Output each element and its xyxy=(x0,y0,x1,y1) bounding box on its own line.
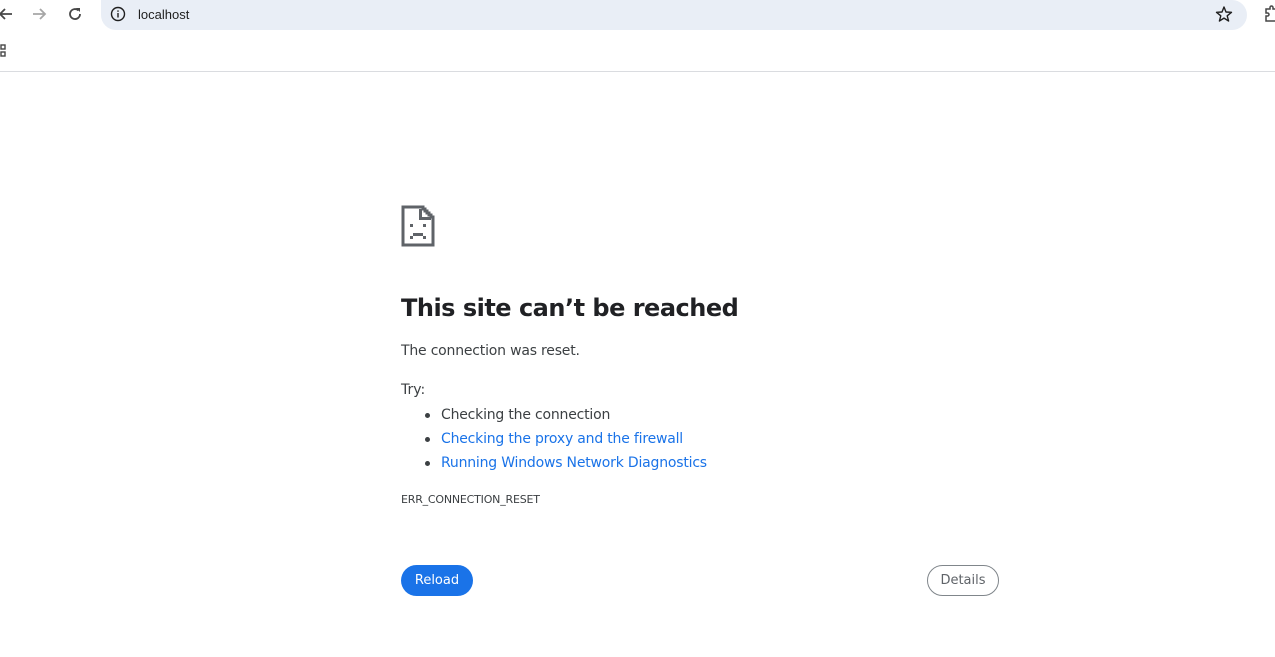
apps-grid-icon[interactable] xyxy=(0,44,10,58)
page-title: This site can’t be reached xyxy=(401,294,739,322)
arrow-left-icon xyxy=(0,8,12,20)
bullet-icon xyxy=(425,413,430,418)
puzzle-icon[interactable] xyxy=(1264,5,1275,23)
error-description: The connection was reset. xyxy=(401,343,580,359)
reload-toolbar-button[interactable] xyxy=(63,2,87,26)
list-item: Checking the proxy and the firewall xyxy=(401,429,707,453)
back-button[interactable] xyxy=(0,2,18,26)
forward-button[interactable] xyxy=(27,2,51,26)
error-code: ERR_CONNECTION_RESET xyxy=(401,493,540,506)
address-text[interactable]: localhost xyxy=(138,6,189,23)
info-icon[interactable] xyxy=(110,6,126,22)
reload-button[interactable]: Reload xyxy=(401,565,473,596)
address-bar[interactable]: localhost xyxy=(101,0,1247,30)
bullet-icon xyxy=(425,437,430,442)
browser-toolbar: localhost xyxy=(0,0,1275,72)
suggestion-check-connection: Checking the connection xyxy=(441,407,611,423)
list-item: Running Windows Network Diagnostics xyxy=(401,453,707,477)
bullet-icon xyxy=(425,461,430,466)
sad-document-icon xyxy=(401,205,435,247)
star-icon[interactable] xyxy=(1215,5,1233,23)
network-diagnostics-link[interactable]: Running Windows Network Diagnostics xyxy=(441,455,707,471)
details-button[interactable]: Details xyxy=(927,565,999,596)
suggestions-list: Checking the connection Checking the pro… xyxy=(401,405,707,477)
arrow-right-icon xyxy=(33,8,47,20)
list-item: Checking the connection xyxy=(401,405,707,429)
reload-icon xyxy=(69,8,81,20)
try-label: Try: xyxy=(401,382,426,398)
proxy-firewall-link[interactable]: Checking the proxy and the firewall xyxy=(441,431,683,447)
